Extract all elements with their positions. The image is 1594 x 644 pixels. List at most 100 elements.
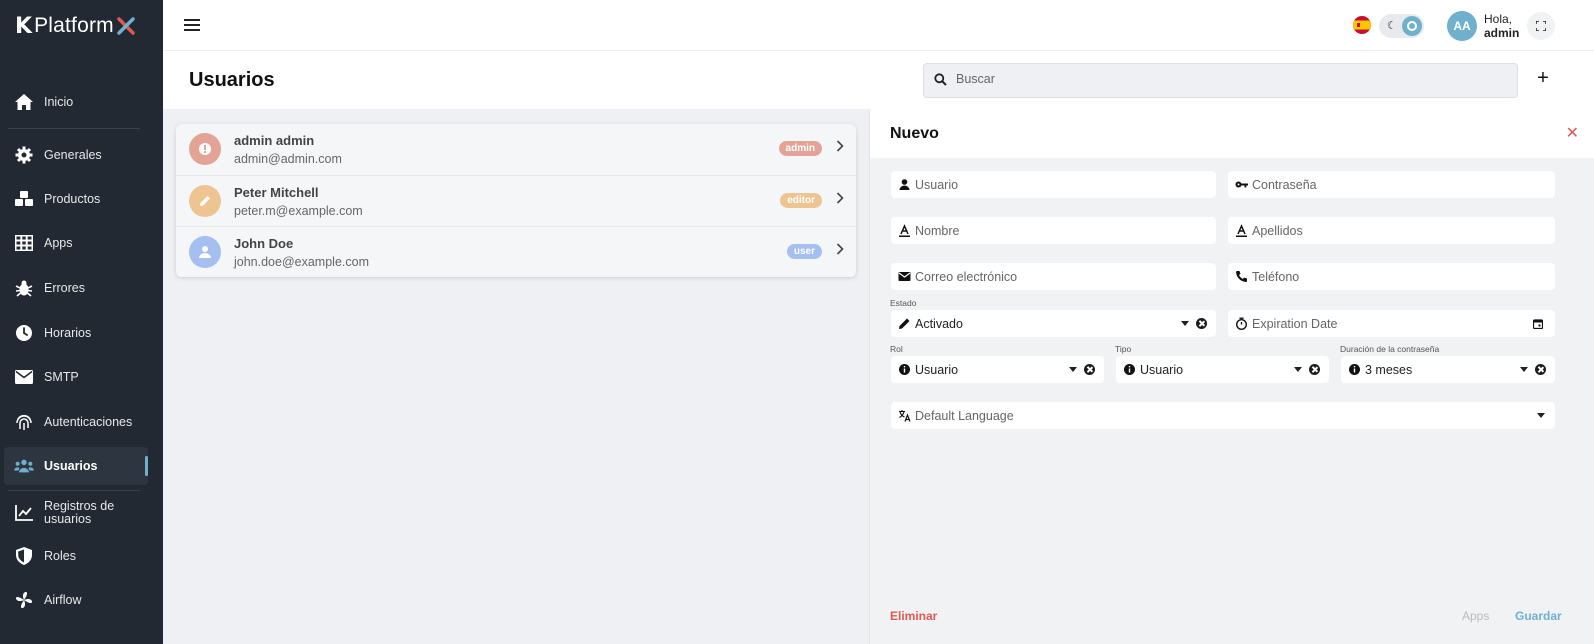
email-field[interactable]: Correo electrónico <box>891 263 1216 290</box>
text-format-icon <box>1236 224 1247 237</box>
clear-icon[interactable] <box>1535 364 1546 375</box>
role-label: Rol <box>890 344 903 354</box>
user-name: admin admin <box>234 133 315 148</box>
last-name-placeholder: Apellidos <box>1252 224 1303 238</box>
fan-icon <box>14 590 34 610</box>
list-item[interactable]: admin admin admin@admin.com admin <box>176 124 856 175</box>
sidebar: K Platform Inicio Generales Productos Ap… <box>0 0 163 644</box>
clear-icon[interactable] <box>1196 318 1207 329</box>
theme-toggle[interactable]: ☾ <box>1379 14 1424 38</box>
status-select[interactable]: Activado <box>891 310 1216 337</box>
username-field[interactable]: Usuario <box>891 171 1216 198</box>
search-box[interactable] <box>923 63 1518 98</box>
new-user-panel: Nuevo ✕ Usuario Contraseña Nombre Apelli… <box>869 109 1594 644</box>
fullscreen-button[interactable] <box>1527 12 1555 40</box>
default-language-select[interactable]: Default Language <box>891 402 1555 429</box>
list-item[interactable]: Peter Mitchell peter.m@example.com edito… <box>176 175 856 226</box>
pencil-icon <box>200 196 210 206</box>
type-label: Tipo <box>1115 344 1132 354</box>
sidebar-item-label: Productos <box>44 191 101 206</box>
expiration-date-field[interactable]: Expiration Date <box>1228 310 1555 337</box>
apps-button[interactable]: Apps <box>1462 609 1489 623</box>
grid-icon <box>14 233 34 253</box>
app-logo[interactable]: K Platform <box>15 13 135 39</box>
sidebar-item-smtp[interactable]: SMTP <box>4 358 148 396</box>
user-name: John Doe <box>234 236 294 251</box>
password-duration-select[interactable]: 3 meses <box>1341 356 1555 383</box>
save-button[interactable]: Guardar <box>1515 609 1562 623</box>
role-badge: user <box>786 244 822 259</box>
chevron-right-icon <box>836 140 844 152</box>
user-email: peter.m@example.com <box>234 204 363 218</box>
role-value: Usuario <box>915 363 959 377</box>
sidebar-item-inicio[interactable]: Inicio <box>4 83 148 121</box>
sun-icon <box>1402 16 1422 36</box>
sidebar-divider <box>8 128 140 129</box>
close-icon[interactable]: ✕ <box>1566 123 1579 143</box>
last-name-field[interactable]: Apellidos <box>1228 217 1555 244</box>
type-select[interactable]: Usuario <box>1116 356 1329 383</box>
user-email: john.doe@example.com <box>234 255 369 269</box>
status-value: Activado <box>915 317 963 331</box>
sidebar-item-horarios[interactable]: Horarios <box>4 314 148 352</box>
user-name: Peter Mitchell <box>234 185 319 200</box>
chevron-down-icon[interactable] <box>1520 367 1528 372</box>
sidebar-item-errores[interactable]: Errores <box>4 269 148 307</box>
sidebar-item-apps[interactable]: Apps <box>4 224 148 262</box>
role-select[interactable]: Usuario <box>891 356 1104 383</box>
add-user-button[interactable]: + <box>1533 68 1553 88</box>
type-value: Usuario <box>1140 363 1184 377</box>
sidebar-item-registros[interactable]: Registros de usuarios <box>4 494 148 532</box>
list-item[interactable]: John Doe john.doe@example.com user <box>176 226 856 277</box>
sidebar-item-label: Inicio <box>44 94 74 109</box>
page-title: Usuarios <box>189 69 275 91</box>
topbar: ☾ AA Hola, admin <box>163 0 1594 51</box>
hamburger-menu-icon[interactable] <box>183 16 201 34</box>
password-field[interactable]: Contraseña <box>1228 171 1555 198</box>
logo-k: K <box>15 13 33 39</box>
sidebar-item-generales[interactable]: Generales <box>4 136 148 174</box>
phone-field[interactable]: Teléfono <box>1228 263 1555 290</box>
admin-icon <box>199 143 211 155</box>
avatar[interactable]: AA <box>1447 11 1477 41</box>
password-duration-value: 3 meses <box>1365 363 1413 377</box>
spain-flag-icon[interactable] <box>1353 16 1371 34</box>
chevron-down-icon[interactable] <box>1537 413 1545 418</box>
panel-title: Nuevo <box>890 125 939 142</box>
pencil-icon <box>899 318 910 329</box>
sidebar-item-autenticaciones[interactable]: Autenticaciones <box>4 403 148 441</box>
chevron-down-icon[interactable] <box>1069 367 1077 372</box>
info-icon <box>1349 364 1360 375</box>
sidebar-item-roles[interactable]: Roles <box>4 537 148 575</box>
sidebar-item-usuarios[interactable]: Usuarios <box>4 447 148 485</box>
info-icon <box>899 364 910 375</box>
user-icon <box>199 246 211 258</box>
first-name-field[interactable]: Nombre <box>891 217 1216 244</box>
username-placeholder: Usuario <box>915 178 959 192</box>
envelope-icon <box>14 367 34 387</box>
home-icon <box>14 92 34 112</box>
delete-button[interactable]: Eliminar <box>890 609 937 623</box>
sidebar-item-airflow[interactable]: Airflow <box>4 581 148 619</box>
chevron-down-icon[interactable] <box>1294 367 1302 372</box>
timer-icon <box>1236 317 1247 330</box>
user-greeting[interactable]: Hola, admin <box>1484 12 1519 40</box>
search-input[interactable] <box>956 72 1496 86</box>
logo-x-icon <box>117 17 135 35</box>
key-icon <box>1235 181 1248 188</box>
cubes-icon <box>14 189 34 209</box>
moon-icon: ☾ <box>1387 20 1397 32</box>
sidebar-item-productos[interactable]: Productos <box>4 180 148 218</box>
clear-icon[interactable] <box>1309 364 1320 375</box>
search-icon <box>934 73 947 86</box>
role-badge: admin <box>778 141 822 156</box>
phone-icon <box>1236 271 1247 282</box>
fullscreen-icon <box>1536 21 1546 31</box>
gear-icon <box>14 145 34 165</box>
user-icon <box>899 179 910 190</box>
envelope-icon <box>898 272 911 281</box>
calendar-icon[interactable] <box>1533 319 1543 329</box>
clear-icon[interactable] <box>1084 364 1095 375</box>
status-label: Estado <box>890 298 917 308</box>
chevron-down-icon[interactable] <box>1181 321 1189 326</box>
